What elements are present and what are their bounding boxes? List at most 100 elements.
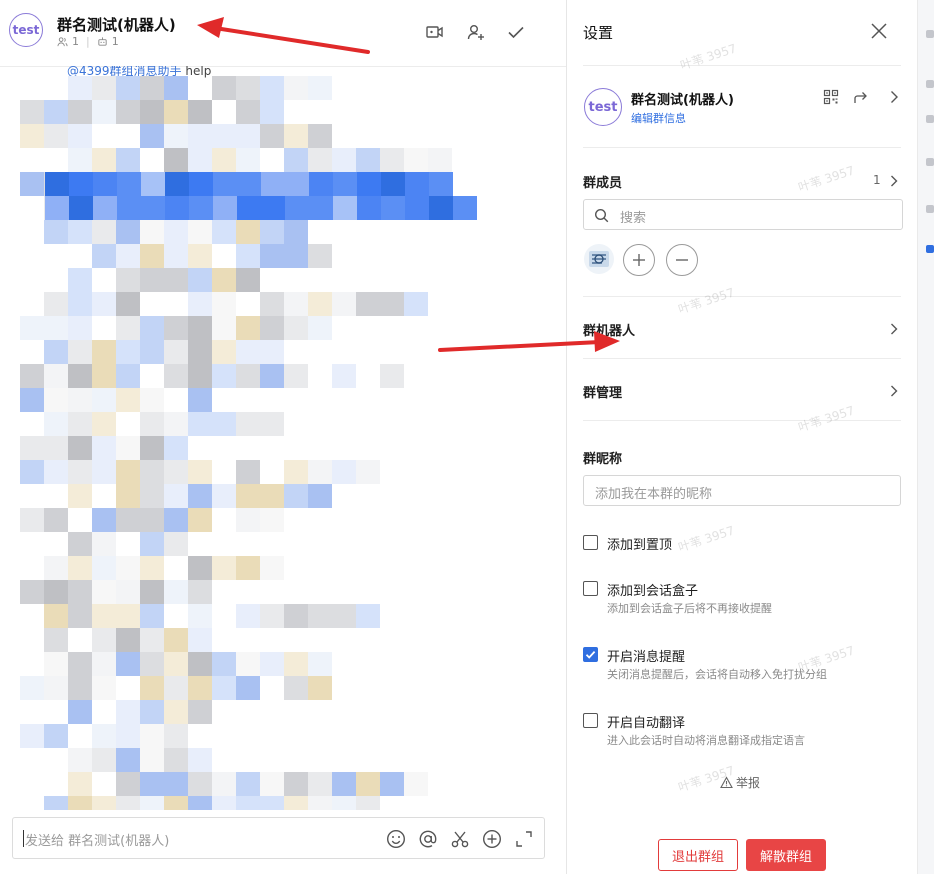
pixel-block [141, 196, 165, 220]
pixel-block [236, 796, 260, 810]
pixel-block [164, 268, 188, 292]
pixel-block [140, 724, 164, 748]
pixel-block [20, 676, 44, 700]
pixel-block [92, 652, 116, 676]
edit-group-info-link[interactable]: 编辑群信息 [631, 110, 686, 126]
robots-chevron-icon[interactable] [887, 321, 901, 335]
group-avatar[interactable]: test [9, 13, 43, 47]
pixel-block [140, 772, 164, 796]
pixel-block [453, 196, 477, 220]
box-checkbox[interactable] [583, 581, 598, 596]
toolbar-edge-icon[interactable] [926, 30, 934, 38]
pin-checkbox[interactable] [583, 535, 598, 550]
pixel-block [140, 748, 164, 772]
pixel-block [429, 196, 453, 220]
pixel-block [164, 340, 188, 364]
group-card-avatar[interactable]: test [584, 88, 622, 126]
member-count-text: 1 [72, 35, 79, 48]
pixel-block [140, 76, 164, 100]
manage-chevron-icon[interactable] [887, 383, 901, 397]
mention-icon[interactable] [417, 828, 439, 850]
exit-group-button[interactable]: 退出群组 [658, 839, 738, 871]
check-icon[interactable] [506, 22, 526, 42]
pixel-block [308, 604, 332, 628]
nickname-input[interactable]: 添加我在本群的昵称 [583, 475, 901, 506]
checkmark-icon [585, 650, 596, 659]
pixel-block [44, 124, 68, 148]
pixel-block [92, 556, 116, 580]
members-count: 1 [873, 173, 881, 187]
member-search-input[interactable]: 搜索 [583, 199, 903, 230]
pixel-block [44, 388, 68, 412]
report-link[interactable]: 举报 [720, 774, 760, 791]
pixel-block [381, 196, 405, 220]
settings-title: 设置 [583, 24, 614, 42]
pixel-block [332, 292, 356, 316]
pixel-block [92, 508, 116, 532]
pixel-block [140, 508, 164, 532]
pixel-block [260, 100, 284, 124]
pixel-block [164, 124, 188, 148]
pixel-block [165, 196, 189, 220]
message-composer[interactable]: 发送给 群名测试(机器人) [12, 817, 545, 859]
pixel-block [44, 580, 68, 604]
pixel-block [260, 772, 284, 796]
pixel-block [260, 604, 284, 628]
pixel-block [188, 700, 212, 724]
pixel-block [237, 196, 261, 220]
video-call-icon[interactable] [425, 22, 445, 42]
pixel-block [284, 292, 308, 316]
qr-code-icon[interactable] [823, 89, 839, 105]
pixel-block [260, 220, 284, 244]
emoji-icon[interactable] [385, 828, 407, 850]
translate-checkbox[interactable] [583, 713, 598, 728]
add-member-icon[interactable] [466, 22, 486, 42]
pixel-block [356, 604, 380, 628]
reminder-checkbox[interactable] [583, 647, 598, 662]
toolbar-edge-icon-active[interactable] [926, 245, 934, 253]
pixel-block [92, 364, 116, 388]
pixel-block [20, 172, 44, 196]
pixel-block [140, 652, 164, 676]
pixel-block [212, 556, 236, 580]
pixel-block [237, 172, 261, 196]
toolbar-edge-icon[interactable] [926, 205, 934, 213]
pixel-block [140, 436, 164, 460]
pixel-block [236, 772, 260, 796]
pixel-block [236, 484, 260, 508]
add-member-button[interactable] [623, 244, 655, 276]
pixel-block [284, 148, 308, 172]
pixel-block [44, 292, 68, 316]
pixel-block [164, 748, 188, 772]
toolbar-edge-icon[interactable] [926, 115, 934, 123]
plus-circle-icon[interactable] [481, 828, 503, 850]
group-manage-label[interactable]: 群管理 [583, 382, 622, 401]
pixel-block [92, 244, 116, 268]
close-icon[interactable] [869, 21, 889, 41]
pixel-block [164, 412, 188, 436]
remove-member-button[interactable] [666, 244, 698, 276]
pixel-block [284, 460, 308, 484]
pixel-block [333, 196, 357, 220]
members-chevron-icon[interactable] [887, 173, 901, 187]
group-robots-label[interactable]: 群机器人 [583, 320, 635, 339]
pixel-block [212, 364, 236, 388]
scissors-icon[interactable] [449, 828, 471, 850]
pixel-block [164, 364, 188, 388]
pixel-block [68, 268, 92, 292]
toolbar-edge-icon[interactable] [926, 80, 934, 88]
pixel-block [92, 412, 116, 436]
dismiss-group-button[interactable]: 解散群组 [746, 839, 826, 871]
member-avatar[interactable] [584, 244, 614, 274]
toolbar-edge-icon[interactable] [926, 158, 934, 166]
pixel-block [188, 628, 212, 652]
chevron-right-icon[interactable] [886, 89, 902, 105]
nickname-label: 群昵称 [583, 452, 623, 467]
share-icon[interactable] [853, 89, 869, 105]
pixel-block [284, 676, 308, 700]
pixel-block [284, 316, 308, 340]
expand-icon[interactable] [513, 828, 535, 850]
pixel-block [213, 196, 237, 220]
pixel-block [68, 460, 92, 484]
pixel-block [188, 652, 212, 676]
